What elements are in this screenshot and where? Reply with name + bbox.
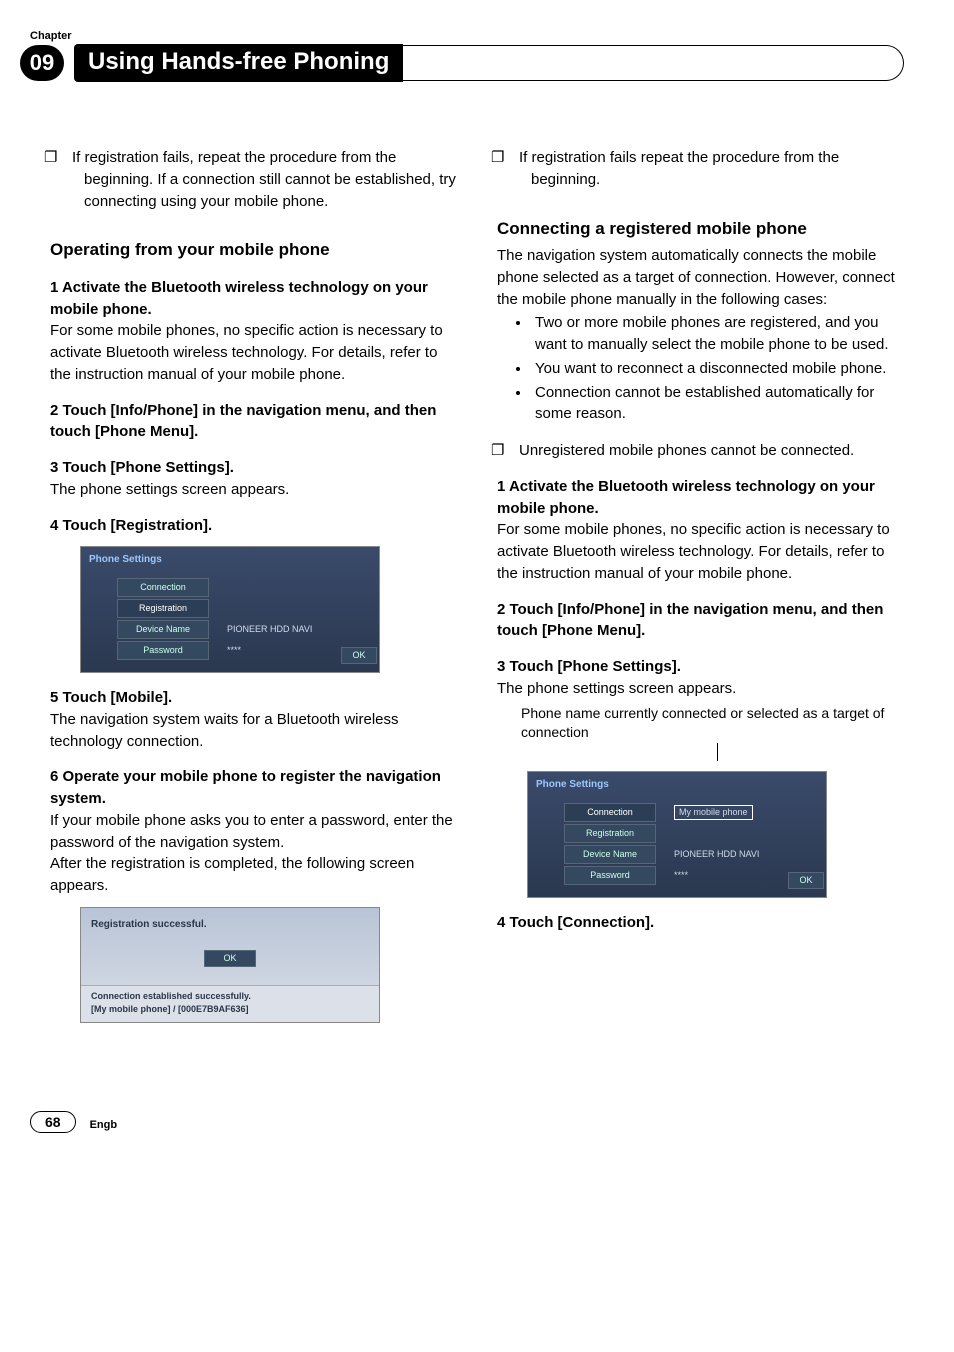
callout-line <box>717 743 904 761</box>
r-step-3-body: The phone settings screen appears. <box>497 678 904 700</box>
r-step-1-body: For some mobile phones, no specific acti… <box>497 519 904 584</box>
step-2-label: 2 Touch [Info/Phone] in the navigation m… <box>50 400 457 444</box>
left-column: If registration fails, repeat the proced… <box>50 132 457 1031</box>
chapter-label: Chapter <box>30 30 904 42</box>
ps2-devicename-button[interactable]: Device Name <box>564 845 656 864</box>
ps-title: Phone Settings <box>89 553 371 568</box>
title-rule <box>401 45 904 81</box>
chapter-title: Using Hands-free Phoning <box>74 44 403 82</box>
title-row: 09 Using Hands-free Phoning <box>20 44 904 82</box>
ps-password-value: **** <box>227 644 241 657</box>
step-5-body: The navigation system waits for a Blueto… <box>50 709 457 753</box>
page-number: 68 <box>30 1111 76 1133</box>
r-step-1-label: 1 Activate the Bluetooth wireless techno… <box>497 476 904 520</box>
heading-operating-mobile: Operating from your mobile phone <box>50 238 457 263</box>
lang-label: Engb <box>90 1119 118 1131</box>
ps-devicename-button[interactable]: Device Name <box>117 620 209 639</box>
ps-connection-button[interactable]: Connection <box>117 578 209 597</box>
ps2-connection-button[interactable]: Connection <box>564 803 656 822</box>
phone-settings-screenshot-2: Phone Settings Connection My mobile phone… <box>527 771 827 898</box>
step-1-body: For some mobile phones, no specific acti… <box>50 320 457 385</box>
note-reg-fail-2: If registration fails repeat the procedu… <box>497 147 904 191</box>
conn-established-line2: [My mobile phone] / [000E7B9AF636] <box>91 1003 369 1016</box>
ps2-password-value: **** <box>674 869 688 882</box>
step-1-label: 1 Activate the Bluetooth wireless techno… <box>50 277 457 321</box>
ps-registration-button[interactable]: Registration <box>117 599 209 618</box>
note-unregistered: Unregistered mobile phones cannot be con… <box>497 440 904 462</box>
conn-established-line1: Connection established successfully. <box>91 990 369 1003</box>
ps2-ok-button[interactable]: OK <box>788 872 824 889</box>
ps2-connection-value: My mobile phone <box>674 805 753 820</box>
ps2-password-button[interactable]: Password <box>564 866 656 885</box>
connect-intro: The navigation system automatically conn… <box>497 245 904 310</box>
callout-caption: Phone name currently connected or select… <box>521 704 904 742</box>
ps2-title: Phone Settings <box>536 778 818 793</box>
r-step-3-label: 3 Touch [Phone Settings]. <box>497 656 904 678</box>
case-3: Connection cannot be established automat… <box>531 382 904 426</box>
footer: 68 Engb <box>50 1111 904 1133</box>
ps-password-button[interactable]: Password <box>117 641 209 660</box>
ps-devicename-value: PIONEER HDD NAVI <box>227 623 312 636</box>
r-step-2-label: 2 Touch [Info/Phone] in the navigation m… <box>497 599 904 643</box>
ps2-registration-button[interactable]: Registration <box>564 824 656 843</box>
step-3-label: 3 Touch [Phone Settings]. <box>50 457 457 479</box>
step-4-label: 4 Touch [Registration]. <box>50 515 457 537</box>
reg-success-msg: Registration successful. <box>91 918 369 933</box>
reg-ok-button[interactable]: OK <box>204 950 256 967</box>
case-2: You want to reconnect a disconnected mob… <box>531 358 904 380</box>
ps-ok-button[interactable]: OK <box>341 647 377 664</box>
registration-success-screenshot: Registration successful. OK Connection e… <box>80 907 380 1024</box>
step-5-label: 5 Touch [Mobile]. <box>50 687 457 709</box>
right-column: If registration fails repeat the procedu… <box>497 132 904 1031</box>
heading-connecting-registered: Connecting a registered mobile phone <box>497 217 904 242</box>
note-reg-fail: If registration fails, repeat the proced… <box>50 147 457 212</box>
step-6-body-1: If your mobile phone asks you to enter a… <box>50 810 457 854</box>
case-1: Two or more mobile phones are registered… <box>531 312 904 356</box>
step-6-body-2: After the registration is completed, the… <box>50 853 457 897</box>
ps2-devicename-value: PIONEER HDD NAVI <box>674 848 759 861</box>
r-step-4-label: 4 Touch [Connection]. <box>497 912 904 934</box>
step-3-body: The phone settings screen appears. <box>50 479 457 501</box>
phone-settings-screenshot-1: Phone Settings Connection Registration D… <box>80 546 380 673</box>
step-6-label: 6 Operate your mobile phone to register … <box>50 766 457 810</box>
chapter-number-badge: 09 <box>20 45 64 81</box>
